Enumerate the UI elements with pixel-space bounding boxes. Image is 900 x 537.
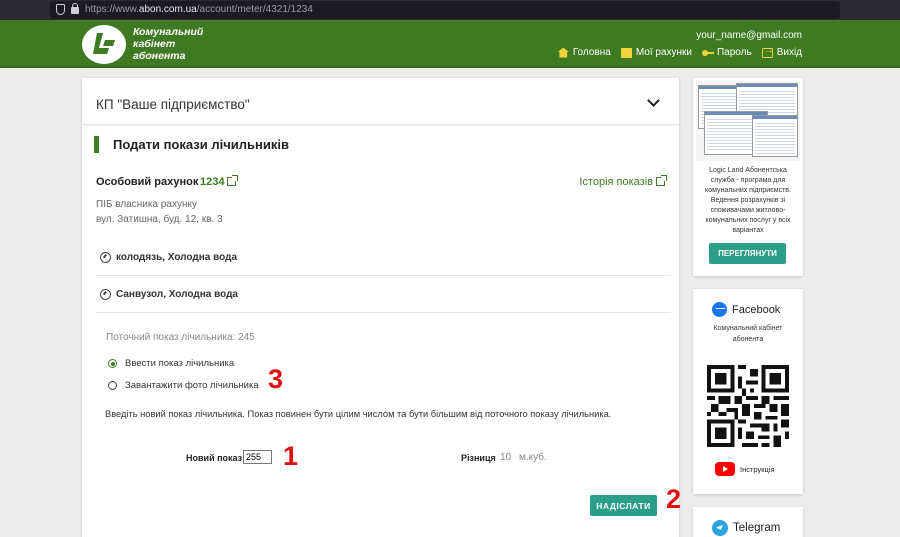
nav-home-label: Головна bbox=[572, 47, 611, 58]
history-link-label: Історія показів bbox=[579, 176, 653, 188]
facebook-title: Facebook bbox=[732, 303, 781, 316]
logo-line-1: Комунальний bbox=[133, 26, 204, 38]
site-header: Комунальний кабінет абонента your_name@g… bbox=[0, 20, 900, 68]
nav-home[interactable]: Головна bbox=[557, 47, 611, 58]
telegram-title: Telegram bbox=[733, 522, 781, 534]
nav-password[interactable]: Пароль bbox=[701, 47, 752, 58]
external-link-icon bbox=[227, 175, 239, 186]
input-hint: Введіть новий показ лічильника. Показ по… bbox=[105, 409, 612, 419]
option-upload-label: Завантажити фото лічильника bbox=[125, 380, 259, 391]
main-panel: КП "Ваше підприємство" Подати покази ліч… bbox=[82, 78, 679, 537]
current-reading: Поточний показ лічильника: 245 bbox=[106, 332, 255, 343]
logo-icon bbox=[93, 33, 115, 54]
telegram-link[interactable]: Telegram bbox=[712, 520, 780, 536]
telegram-card: Telegram bbox=[693, 507, 803, 537]
logout-icon bbox=[761, 45, 774, 58]
browser-url-bar: https://www.abon.com.ua/account/meter/43… bbox=[0, 0, 900, 20]
meter-item[interactable]: колодязь, Холодна вода bbox=[96, 239, 671, 276]
promo-card: Logic Land Абонентська служба - програма… bbox=[693, 78, 803, 276]
youtube-label: Інструкція bbox=[740, 464, 775, 474]
gauge-icon bbox=[100, 251, 111, 263]
user-email: your_name@gmail.com bbox=[696, 30, 802, 41]
lock-icon[interactable] bbox=[71, 3, 79, 14]
thumb-window-bar bbox=[753, 116, 797, 119]
option-enter-label: Ввести показ лічильника bbox=[125, 358, 235, 369]
history-link[interactable]: Історія показів bbox=[579, 175, 667, 188]
nav-password-label: Пароль bbox=[716, 47, 752, 58]
section-title: Подати покази лічильників bbox=[94, 136, 289, 153]
org-header[interactable]: КП "Ваше підприємство" bbox=[82, 78, 679, 125]
external-link-icon bbox=[656, 175, 667, 186]
app-screenshot bbox=[696, 81, 800, 161]
messenger-icon bbox=[712, 302, 727, 317]
account-number-link[interactable]: 1234 bbox=[200, 175, 239, 188]
logo[interactable] bbox=[82, 25, 126, 64]
logo-line-2: кабінет bbox=[133, 38, 176, 50]
difference-unit: м.куб. bbox=[519, 452, 547, 463]
logo-line-3: абонента bbox=[133, 50, 186, 62]
key-icon bbox=[701, 48, 714, 58]
youtube-icon bbox=[715, 462, 735, 476]
url-prefix: https://www. bbox=[85, 4, 139, 15]
account-number: 1234 bbox=[200, 176, 225, 188]
thumb-window bbox=[752, 115, 798, 157]
home-icon bbox=[557, 47, 569, 58]
gauge-icon bbox=[100, 288, 111, 300]
url-path: /account/meter/4321/1234 bbox=[196, 4, 313, 15]
thumb-window-bar bbox=[737, 84, 797, 87]
org-title: КП "Ваше підприємство" bbox=[96, 97, 250, 112]
meter-item[interactable]: Санвузол, Холодна вода bbox=[96, 276, 671, 313]
annotation-3: 3 bbox=[268, 364, 284, 394]
shield-icon[interactable] bbox=[56, 4, 65, 15]
qr-code[interactable] bbox=[707, 365, 789, 447]
nav-accounts-label: Мої рахунки bbox=[635, 47, 692, 58]
url-host: abon.com.ua bbox=[138, 4, 197, 15]
view-button[interactable]: ПЕРЕГЛЯНУТИ bbox=[709, 243, 786, 264]
facebook-link[interactable]: Facebook bbox=[712, 302, 780, 317]
option-enter-reading[interactable]: Ввести показ лічильника bbox=[108, 358, 234, 369]
thumb-window-lines bbox=[755, 121, 795, 154]
annotation-1: 1 bbox=[283, 441, 299, 471]
radio-selected[interactable] bbox=[108, 359, 117, 368]
promo-text: Logic Land Абонентська служба - програма… bbox=[705, 167, 791, 234]
difference-value: 10 bbox=[500, 452, 512, 463]
chevron-down-icon[interactable] bbox=[647, 94, 660, 107]
new-reading-label: Новий показ bbox=[186, 453, 243, 463]
annotation-2: 2 bbox=[666, 484, 682, 514]
owner-name: ПІБ власника рахунку bbox=[96, 199, 197, 210]
submit-button[interactable]: НАДІСЛАТИ bbox=[590, 495, 657, 516]
account-label: Особовий рахунок bbox=[96, 176, 199, 188]
meter-label: Санвузол, Холодна вода bbox=[116, 288, 238, 300]
logo-text[interactable]: Комунальний кабінет абонента bbox=[133, 26, 203, 62]
facebook-card: Facebook Комунальний кабінет абонента Ін… bbox=[693, 289, 803, 494]
url-text[interactable]: https://www.abon.com.ua/account/meter/43… bbox=[85, 4, 313, 15]
youtube-link[interactable]: Інструкція bbox=[715, 462, 775, 476]
difference-label: Різниця bbox=[461, 453, 496, 463]
facebook-subtitle: Комунальний кабінет абонента bbox=[713, 325, 783, 343]
nav-logout[interactable]: Вихід bbox=[761, 45, 802, 58]
telegram-icon bbox=[712, 520, 728, 536]
meter-label: колодязь, Холодна вода bbox=[116, 251, 238, 263]
nav-accounts[interactable]: Мої рахунки bbox=[620, 47, 692, 58]
address: вул. Затишна, буд. 12, кв. 3 bbox=[96, 214, 223, 225]
bill-icon bbox=[620, 47, 632, 58]
nav-logout-label: Вихід bbox=[776, 47, 802, 58]
top-nav: Головна Мої рахунки Пароль Вихід bbox=[557, 45, 802, 58]
option-upload-photo[interactable]: Завантажити фото лічильника bbox=[108, 380, 259, 391]
new-reading-input[interactable] bbox=[243, 450, 272, 464]
radio-unselected[interactable] bbox=[108, 381, 117, 390]
